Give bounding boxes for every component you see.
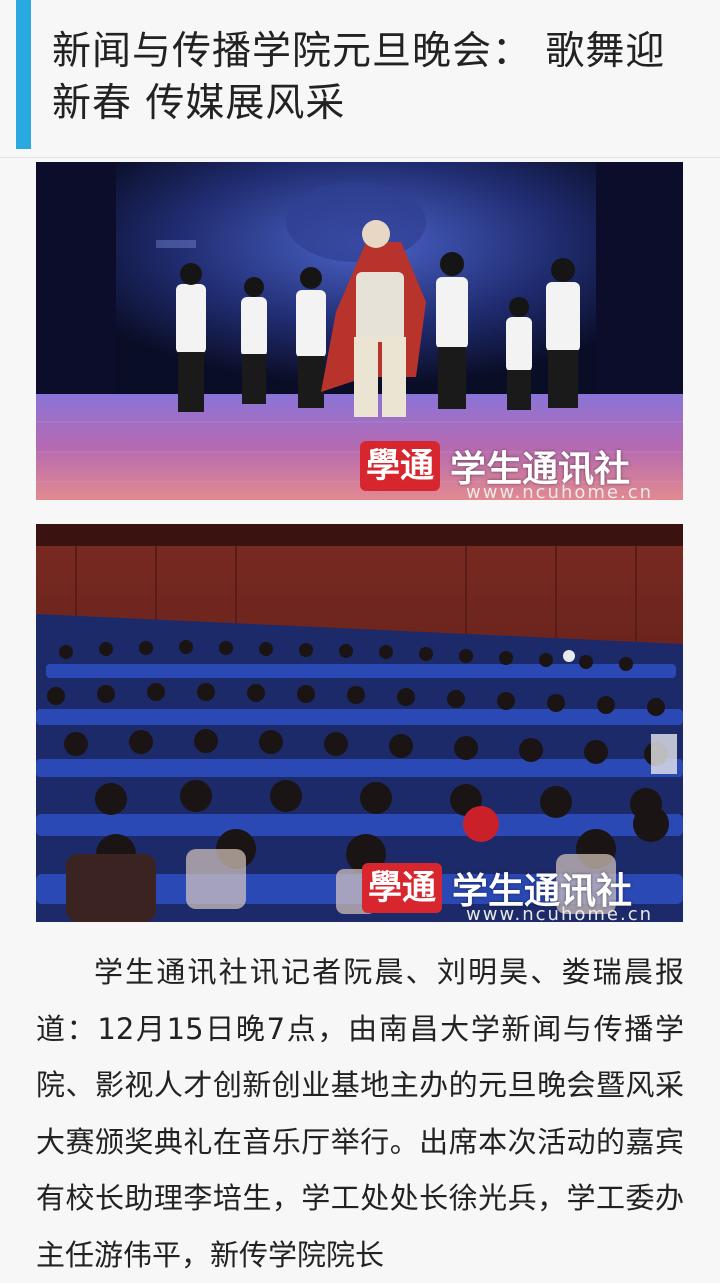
photo-audience[interactable]: 學通 学生通讯社 www.ncuhome.cn: [36, 524, 683, 922]
title-accent-bar: [16, 0, 31, 149]
watermark-logo: 學通: [360, 441, 440, 491]
article-body: 学生通讯社讯记者阮晨、刘明昊、娄瑞晨报道：12月15日晚7点，由南昌大学新闻与传…: [36, 955, 684, 1272]
photo2-watermark-url: www.ncuhome.cn: [466, 904, 654, 922]
article-header: 新闻与传播学院元旦晚会： 歌舞迎新春 传媒展风采: [0, 0, 720, 158]
article-title: 新闻与传播学院元旦晚会： 歌舞迎新春 传媒展风采: [52, 29, 666, 126]
photo1-watermark-url: www.ncuhome.cn: [466, 482, 654, 500]
photo-stage-performance[interactable]: 學通 学生通讯社 www.ncuhome.cn: [36, 162, 683, 500]
watermark-logo: 學通: [362, 863, 442, 913]
